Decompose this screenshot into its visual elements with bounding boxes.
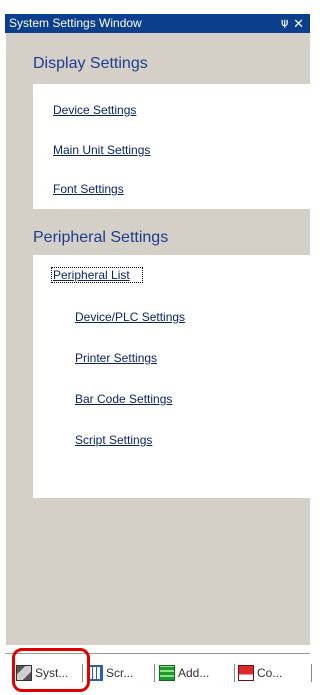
link-script-settings[interactable]: Script Settings [75,433,152,447]
tab-separator [311,664,312,682]
tab-label: Co... [257,666,283,680]
tab-separator [154,664,155,682]
link-printer-settings[interactable]: Printer Settings [75,351,157,365]
active-tab-highlight [12,648,90,692]
tab-screen-list[interactable]: Scr... [87,662,155,684]
tab-label: Scr... [106,666,134,680]
section-header-peripheral: Peripheral Settings [33,229,169,246]
link-main-unit-settings[interactable]: Main Unit Settings [53,143,150,157]
tab-separator [234,664,235,682]
link-device-plc-settings[interactable]: Device/PLC Settings [75,310,185,324]
tab-address[interactable]: Add... [159,662,235,684]
peripheral-settings-group: Peripheral List Device/PLC Settings Prin… [33,255,320,498]
link-device-settings[interactable]: Device Settings [53,103,136,117]
window-titlebar[interactable]: System Settings Window ⍦ ✕ [5,14,310,33]
tab-label: Add... [178,666,210,680]
close-icon[interactable]: ✕ [293,14,304,33]
link-font-settings[interactable]: Font Settings [53,182,124,196]
link-bar-code-settings[interactable]: Bar Code Settings [75,392,172,406]
pin-icon[interactable]: ⍦ [281,14,288,33]
common-settings-icon [238,665,254,681]
address-icon [159,665,175,681]
display-settings-group: Device Settings Main Unit Settings Font … [33,84,320,209]
tab-common-settings[interactable]: Co... [238,662,312,684]
window-title: System Settings Window [9,16,142,30]
section-header-display: Display Settings [33,55,148,72]
settings-panel: Display Settings Device Settings Main Un… [5,33,320,645]
link-peripheral-list[interactable]: Peripheral List [53,268,130,282]
system-settings-window: System Settings Window ⍦ ✕ Display Setti… [0,0,320,695]
